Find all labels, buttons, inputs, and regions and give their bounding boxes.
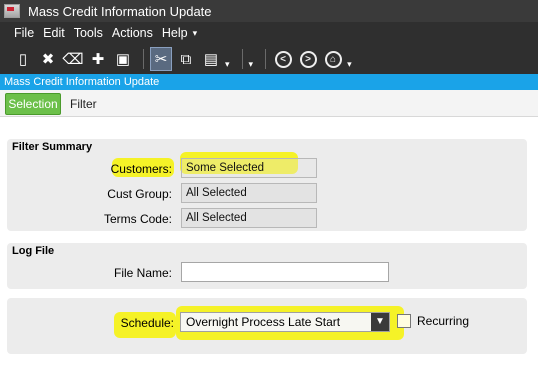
paste-icon[interactable]: ▤ [200, 47, 222, 71]
chevron-down-icon[interactable]: ▾ [347, 59, 352, 70]
tab-selection[interactable]: Selection [5, 93, 61, 115]
home-icon[interactable]: ⌂ [322, 47, 344, 71]
menu-help[interactable]: Help [162, 26, 188, 40]
cust-group-field: All Selected [181, 183, 317, 203]
delete-icon[interactable]: ✖ [37, 47, 59, 71]
new-icon[interactable]: ▯ [12, 47, 34, 71]
form-header: Mass Credit Information Update [0, 74, 538, 90]
toolbar-divider [265, 49, 267, 69]
terms-code-field: All Selected [181, 208, 317, 228]
cust-group-label: Cust Group: [107, 187, 172, 201]
file-name-label: File Name: [113, 266, 172, 280]
tab-strip: Selection Filter [0, 90, 538, 117]
title-bar: Mass Credit Information Update [0, 0, 538, 22]
group-title: Log File [12, 245, 55, 257]
toolbar: ▯ ✖ ⌫ ✚ ▣ ✂ ⧉ ▤ ▾ ▾ < > ⌂ ▾ [0, 44, 538, 74]
customers-label: Customers: [110, 162, 172, 176]
app-icon [4, 4, 20, 18]
terms-code-label: Terms Code: [103, 212, 172, 226]
back-icon[interactable]: < [272, 47, 294, 71]
menu-file[interactable]: File [14, 26, 34, 40]
toolbar-divider [241, 49, 243, 69]
forward-icon[interactable]: > [297, 47, 319, 71]
menu-bar: File Edit Tools Actions Help ▾ [0, 22, 538, 44]
attach-icon[interactable]: ✚ [87, 47, 109, 71]
schedule-label: Schedule: [120, 316, 174, 330]
recurring-label: Recurring [417, 314, 470, 328]
toolbar-divider [143, 49, 144, 69]
chevron-down-icon[interactable]: ▾ [249, 59, 254, 70]
chevron-down-icon[interactable]: ▼ [371, 313, 389, 331]
tab-filter[interactable]: Filter [70, 93, 97, 115]
chevron-down-icon[interactable]: ▾ [225, 59, 230, 70]
recurring-checkbox[interactable] [397, 314, 411, 328]
copy-icon[interactable]: ⧉ [175, 47, 197, 71]
file-name-input[interactable] [181, 262, 389, 282]
schedule-select[interactable]: Overnight Process Late Start [180, 312, 390, 332]
print-preview-icon[interactable]: ▣ [112, 47, 134, 71]
window-title: Mass Credit Information Update [28, 3, 212, 19]
cut-icon[interactable]: ✂ [150, 47, 172, 71]
customers-field: Some Selected [181, 158, 317, 178]
menu-actions[interactable]: Actions [112, 26, 153, 40]
group-title: Filter Summary [12, 141, 93, 153]
chevron-down-icon[interactable]: ▾ [193, 28, 198, 39]
menu-tools[interactable]: Tools [74, 26, 103, 40]
clear-icon[interactable]: ⌫ [62, 47, 84, 71]
menu-edit[interactable]: Edit [43, 26, 65, 40]
